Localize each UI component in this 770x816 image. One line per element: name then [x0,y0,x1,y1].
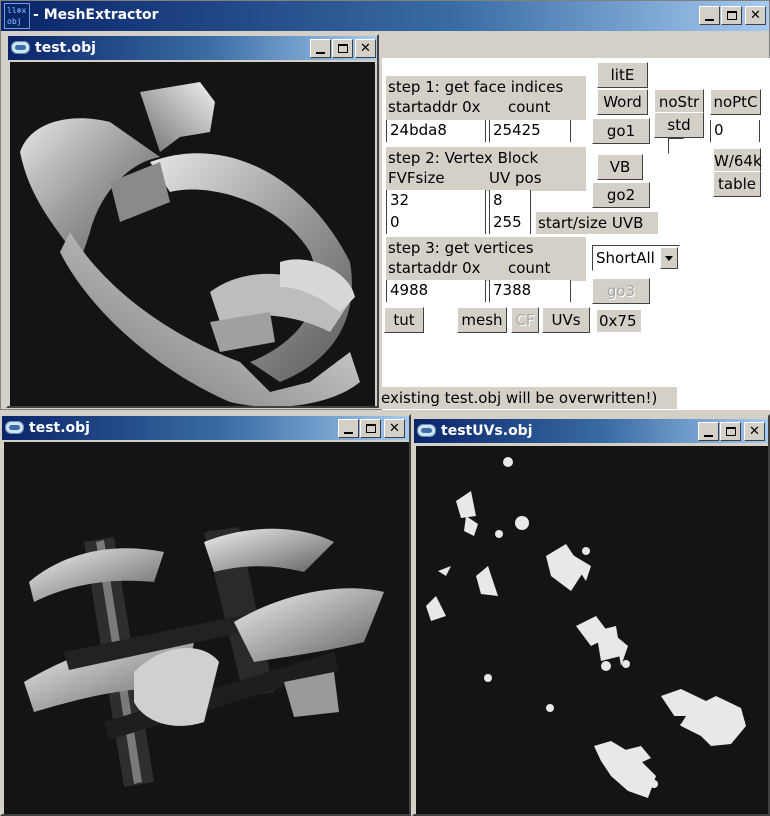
title-prefix: - [33,7,44,23]
noptc-button[interactable]: noPtC [710,89,761,115]
go1-button[interactable]: go1 [592,118,650,144]
window-title: - MeshExtractor [33,7,159,23]
go3-button[interactable]: go3 [592,278,650,304]
step1-title: step 1: get face indices [388,78,564,96]
minimize-button[interactable] [338,419,359,438]
uv-window[interactable]: testUVs.obj ✕ [412,414,770,816]
app-icon-line2: obj [7,17,22,26]
3d-viewport[interactable] [4,442,409,814]
minimize-button[interactable] [699,6,720,25]
maximize-icon [725,427,736,436]
maximize-icon [726,11,737,20]
maximize-button[interactable] [721,6,742,25]
step3-count-label: count [508,259,551,277]
step3-subtitles: startaddr 0x count [388,258,584,278]
close-icon: ✕ [389,421,400,436]
main-window: ll⊗x obj - MeshExtractor ✕ test.obj ✕ st… [0,0,770,410]
step2-title: step 2: Vertex Block [388,149,539,167]
step3-label-box: step 3: get vertices startaddr 0x count [386,237,586,281]
minimize-icon [704,434,713,437]
close-button[interactable]: ✕ [744,422,765,441]
step1-count-label: count [508,98,551,116]
minimize-icon [316,51,325,54]
mesh-render [20,82,360,406]
uvb-label: start/size UVB [536,212,658,234]
fvf-label: FVFsize [388,169,445,187]
maximize-button[interactable] [720,422,741,441]
step2-label-box: step 2: Vertex Block FVFsize UV pos [386,147,586,191]
app-title: MeshExtractor [43,7,159,23]
close-button[interactable]: ✕ [355,39,376,58]
maximize-button[interactable] [360,419,381,438]
table-button[interactable]: table [713,171,761,197]
uvs-button[interactable]: UVs [542,307,590,333]
minimize-icon [705,18,714,21]
cf-button[interactable]: CF [511,307,539,333]
app-icon: ll⊗x obj [4,3,30,29]
minimize-icon [344,431,353,434]
close-icon: ✕ [750,8,761,23]
hex-readout: 0x75 [597,310,641,332]
uv-title: testUVs.obj [441,423,533,439]
main-titlebar[interactable]: ll⊗x obj - MeshExtractor ✕ [1,1,769,31]
bottom-model-window[interactable]: test.obj ✕ [0,414,411,816]
maximize-icon [365,424,376,433]
word-button[interactable]: Word [597,89,648,115]
step3-addr-input[interactable]: 4988 [386,280,486,302]
close-button[interactable]: ✕ [384,419,405,438]
format-select[interactable]: ShortAll [592,245,680,271]
bottom-model-title: test.obj [29,420,90,436]
uvpos-label: UV pos [489,169,542,187]
mesh-button[interactable]: mesh [457,307,507,333]
std-checkbox[interactable] [668,138,684,154]
noptc-input[interactable]: 0 [710,120,760,142]
close-button[interactable]: ✕ [745,6,766,25]
uvpos-input[interactable]: 8 [489,190,531,212]
step3-addr-label: startaddr 0x [388,259,481,277]
top-model-titlebar[interactable]: test.obj ✕ [8,36,377,60]
uv-map-render [426,457,746,798]
lite-button[interactable]: litE [597,62,648,88]
close-icon: ✕ [360,41,371,56]
go2-button[interactable]: go2 [592,182,650,208]
uvb-size-input[interactable]: 255 [489,212,531,234]
uvb-start-input[interactable]: 0 [386,212,486,234]
step3-count-input[interactable]: 7388 [489,280,571,302]
fvf-input[interactable]: 32 [386,190,486,212]
step2-subtitles: FVFsize UV pos [388,168,584,188]
bottom-model-titlebar[interactable]: test.obj ✕ [2,416,409,440]
maximize-icon [337,44,348,53]
step1-subtitles: startaddr 0x count [388,97,584,117]
minimize-button[interactable] [698,422,719,441]
3d-viewport[interactable] [10,62,375,406]
close-icon: ✕ [749,424,760,439]
top-model-window[interactable]: test.obj ✕ [6,34,379,408]
step1-addr-label: startaddr 0x [388,98,481,116]
step1-addr-input[interactable]: 24bda8 [386,120,486,142]
window-icon [417,424,436,437]
std-button[interactable]: std [654,112,704,138]
minimize-button[interactable] [310,39,331,58]
step3-title: step 3: get vertices [388,239,534,257]
window-icon [11,41,30,54]
top-model-title: test.obj [35,40,96,56]
uv-titlebar[interactable]: testUVs.obj ✕ [414,419,768,443]
maximize-button[interactable] [332,39,353,58]
status-text: existing test.obj will be overwritten!) [379,387,677,409]
vb-button[interactable]: VB [597,154,643,180]
tut-button[interactable]: tut [384,307,424,333]
step1-label-box: step 1: get face indices startaddr 0x co… [386,76,586,120]
mesh-render [24,527,384,787]
format-select-value: ShortAll [596,249,655,267]
uv-viewport[interactable] [416,446,768,814]
chevron-down-icon[interactable] [660,247,678,269]
control-panel: step 1: get face indices startaddr 0x co… [379,58,770,410]
window-icon [5,421,24,434]
step1-count-input[interactable]: 25425 [489,120,571,142]
app-icon-line1: ll⊗x [7,6,27,15]
